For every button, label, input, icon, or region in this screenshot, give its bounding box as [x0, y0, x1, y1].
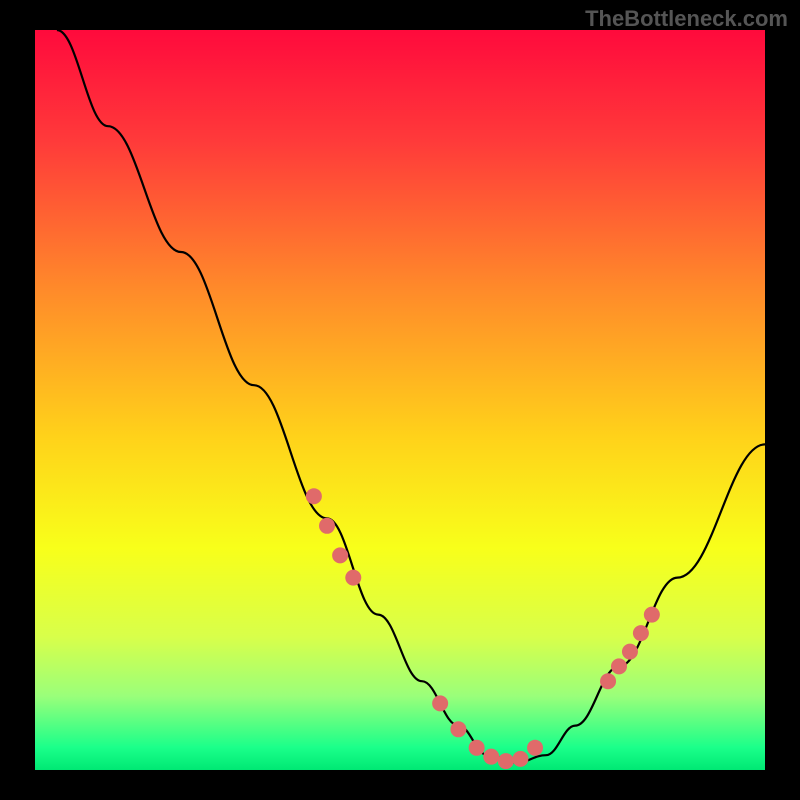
marker-point [527, 740, 543, 756]
marker-point [600, 673, 616, 689]
marker-point [469, 740, 485, 756]
marker-point [432, 695, 448, 711]
chart-plot-area [35, 30, 765, 770]
marker-point [498, 753, 514, 769]
marker-point [319, 518, 335, 534]
marker-point [644, 607, 660, 623]
watermark-text: TheBottleneck.com [585, 6, 788, 32]
marker-point [512, 751, 528, 767]
marker-point [450, 721, 466, 737]
marker-point [332, 547, 348, 563]
marker-point [306, 488, 322, 504]
marker-point [483, 749, 499, 765]
marker-point [611, 658, 627, 674]
marker-point [633, 625, 649, 641]
chart-background [35, 30, 765, 770]
marker-point [622, 644, 638, 660]
chart-svg [35, 30, 765, 770]
marker-point [345, 570, 361, 586]
